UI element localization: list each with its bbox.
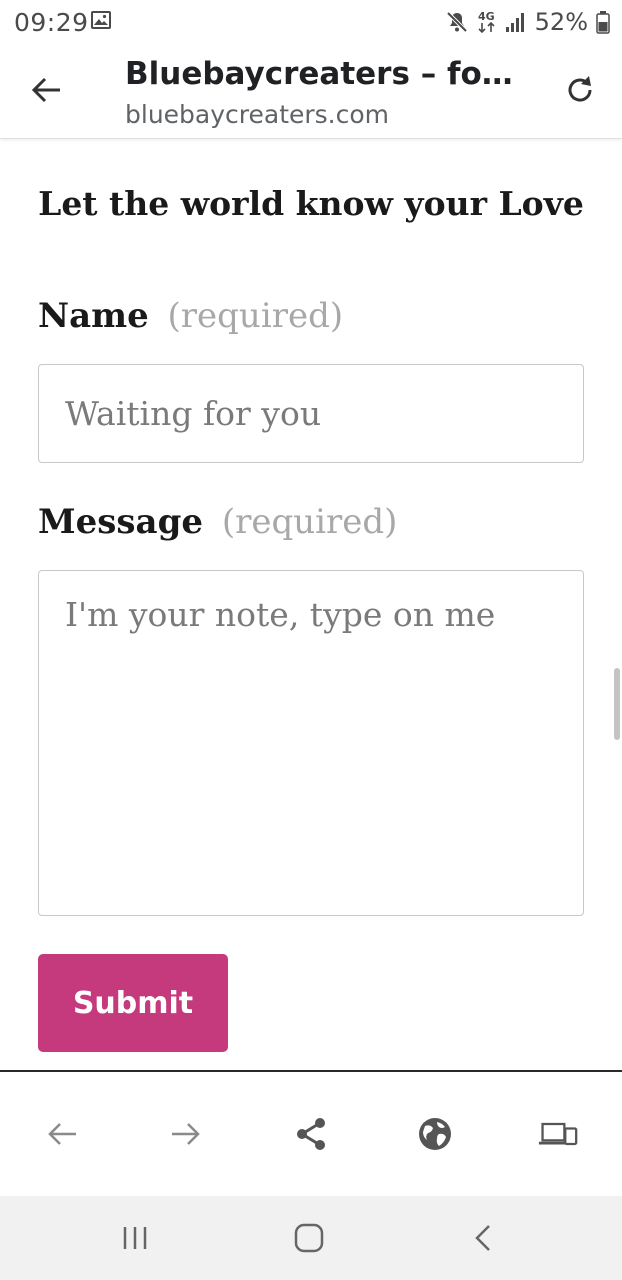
page-url[interactable]: bluebaycreaters.com (125, 100, 389, 129)
status-time: 09:29 (14, 8, 89, 37)
globe-icon[interactable] (415, 1114, 455, 1154)
system-back-icon[interactable] (466, 1220, 502, 1256)
message-label: Message (required) (38, 502, 397, 542)
home-icon[interactable] (291, 1220, 327, 1256)
nav-back-icon[interactable] (42, 1114, 82, 1154)
back-arrow-icon[interactable] (28, 72, 64, 108)
browser-bottom-nav (0, 1072, 622, 1196)
page-title: Bluebaycreaters – for th... (125, 56, 525, 92)
system-nav-bar (0, 1196, 622, 1280)
message-label-text: Message (38, 502, 203, 542)
refresh-icon[interactable] (562, 72, 598, 108)
battery-percent: 52% (534, 8, 588, 36)
nav-forward-icon[interactable] (166, 1114, 206, 1154)
name-input[interactable] (38, 364, 584, 463)
status-bar: 09:29 4G 52% (0, 0, 622, 44)
share-icon[interactable] (291, 1114, 331, 1154)
message-required-hint: (required) (221, 502, 398, 542)
devices-icon[interactable] (538, 1114, 578, 1154)
signal-icon (505, 13, 524, 32)
name-required-hint: (required) (167, 296, 344, 336)
browser-toolbar: Bluebaycreaters – for th... bluebaycreat… (0, 44, 622, 139)
section-heading: Let the world know your Love (38, 184, 584, 223)
gallery-icon (91, 11, 111, 29)
recents-icon[interactable] (117, 1220, 153, 1256)
network-label: 4G (478, 10, 495, 23)
mute-icon (446, 11, 468, 33)
name-label-text: Name (38, 296, 149, 336)
message-textarea[interactable] (38, 570, 584, 916)
scrollbar-thumb[interactable] (614, 668, 620, 740)
name-label: Name (required) (38, 296, 343, 336)
submit-button[interactable]: Submit (38, 954, 228, 1052)
status-indicators: 4G 52% (445, 8, 610, 36)
battery-icon (596, 11, 610, 34)
network-4g-icon: 4G (478, 10, 495, 34)
